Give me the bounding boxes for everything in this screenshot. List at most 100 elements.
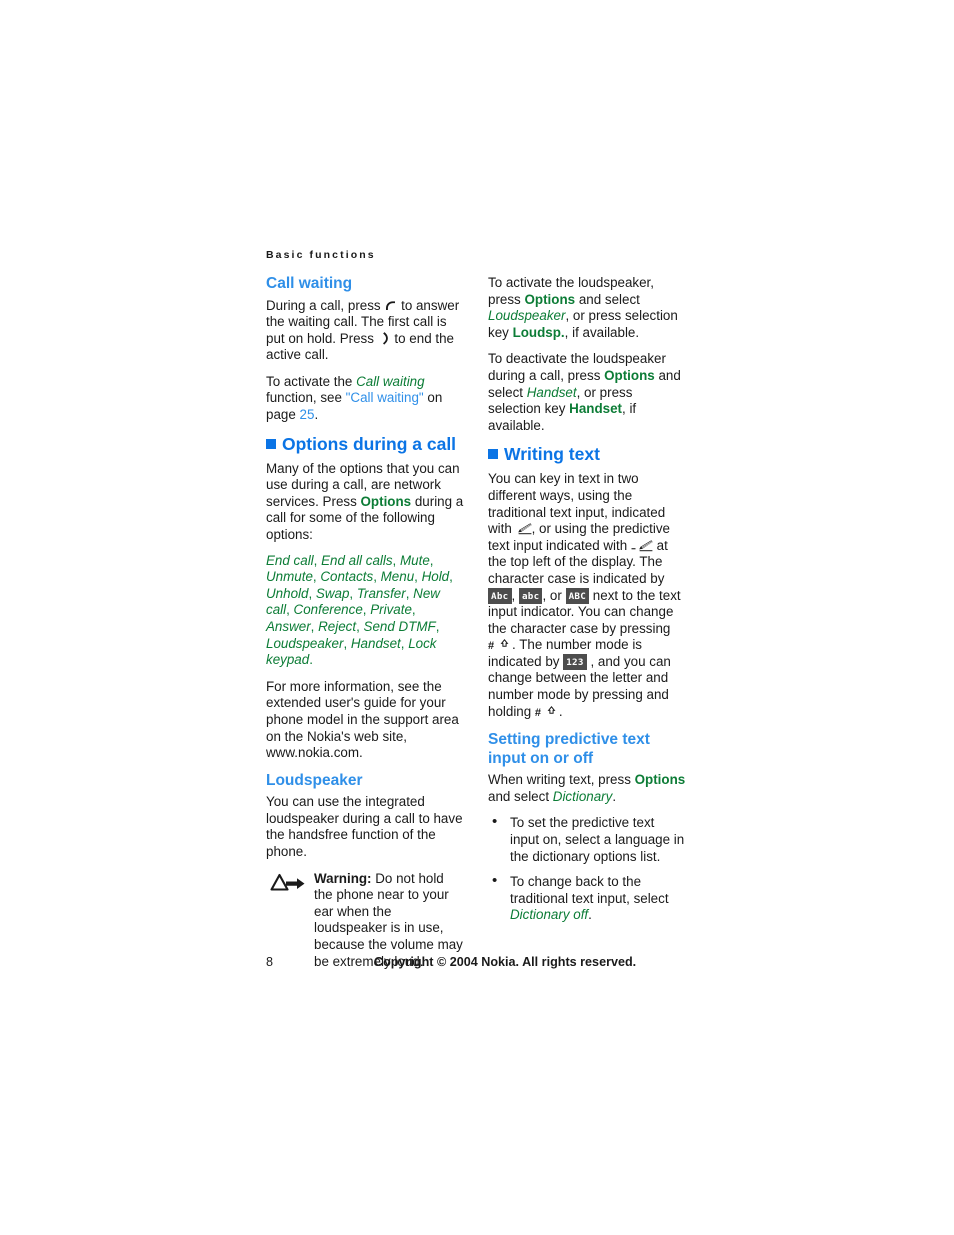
options-bold-keyword: Options xyxy=(360,493,412,509)
call-option-item: Loudspeaker xyxy=(266,635,344,651)
handset-softkey-label: Handset xyxy=(569,401,622,417)
list-item: To change back to the traditional text i… xyxy=(488,873,686,924)
bullet-1-text: To set the predictive text input on, sel… xyxy=(510,815,685,864)
option-separator: , xyxy=(356,619,364,634)
loudspeaker-menu-italic: Loudspeaker xyxy=(488,308,566,324)
call-key-icon xyxy=(384,299,397,312)
call-option-item: Contacts xyxy=(320,569,374,585)
handset-menu-italic: Handset xyxy=(526,384,577,400)
heading-options-during-a-call: Options during a call xyxy=(266,434,464,454)
writing-text-g: . xyxy=(558,703,563,719)
option-separator: , xyxy=(308,585,316,601)
heading-writing-text: Writing text xyxy=(488,444,686,464)
paragraph-more-information: For more information, see the extended u… xyxy=(266,678,459,761)
options-keyword-2: Options xyxy=(604,367,655,383)
badge-abc-initial-caps: Abc xyxy=(488,588,512,604)
options-italic-list: End call, End all calls, Mute, Unmute, C… xyxy=(266,553,464,669)
list-item: To set the predictive text input on, sel… xyxy=(488,814,686,865)
option-separator: , xyxy=(411,602,416,618)
hash-shift-key-icon: # xyxy=(488,638,512,652)
predictive-intro-a: When writing text, press xyxy=(488,772,631,788)
paragraph-call-waiting-1: During a call, press to answer the waiti… xyxy=(266,298,464,364)
options-keyword-1: Options xyxy=(524,291,576,307)
paragraph-call-waiting-2: To activate the Call waiting function, s… xyxy=(266,374,464,424)
heading-call-waiting: Call waiting xyxy=(266,275,353,292)
heading-setting-predictive-text: Setting predictive text input on or off xyxy=(488,731,650,768)
call-waiting-italic: Call waiting xyxy=(356,373,425,389)
paragraph-activate-loudspeaker: To activate the loudspeaker, press Optio… xyxy=(488,275,686,341)
page-reference-link[interactable]: 25 xyxy=(300,407,315,422)
paragraph-predictive-intro: When writing text, press Options and sel… xyxy=(488,772,686,805)
activate-ls-b: and select xyxy=(578,291,640,307)
heading-loudspeaker: Loudspeaker xyxy=(266,771,363,789)
loudsp-softkey-label: Loudsp. xyxy=(512,324,565,340)
paragraph-options-intro: Many of the options that you can use dur… xyxy=(266,461,464,544)
document-page: Basic functions Call waiting During a ca… xyxy=(0,0,954,1235)
call-option-item: Unhold xyxy=(266,585,309,601)
paragraph-deactivate-loudspeaker: To deactivate the loudspeaker during a c… xyxy=(488,351,686,434)
bullet-2-prefix: To change back to the traditional text i… xyxy=(510,874,669,906)
cross-reference-link[interactable]: "Call waiting" xyxy=(346,390,424,405)
paragraph-writing-text: You can key in text in two different way… xyxy=(488,471,686,720)
section-square-bullet-icon xyxy=(266,438,276,449)
call-option-item: End call xyxy=(266,552,314,568)
call-waiting-text-a: During a call, press xyxy=(266,297,381,313)
paragraph-loudspeaker-intro: You can use the integrated loudspeaker d… xyxy=(266,794,463,860)
predictive-intro-c: . xyxy=(612,788,617,804)
activate-ls-d: , if available. xyxy=(564,324,640,340)
option-separator: , xyxy=(286,602,294,618)
call-option-item: Reject xyxy=(318,619,357,634)
right-column: To activate the loudspeaker, press Optio… xyxy=(488,275,686,934)
pencil-icon xyxy=(516,522,532,535)
activate-text-d: . xyxy=(314,407,319,423)
option-separator: , xyxy=(313,552,322,568)
option-separator: , xyxy=(392,552,400,568)
call-option-item: Private xyxy=(370,602,412,618)
option-separator: , xyxy=(449,569,453,585)
writing-comma-1: , xyxy=(511,587,516,603)
dictionary-off-italic: Dictionary off xyxy=(510,907,589,923)
call-option-item: Answer xyxy=(266,619,311,634)
section-square-bullet-icon xyxy=(488,449,498,460)
predictive-intro-b: and select xyxy=(488,788,550,804)
activate-text-a: To activate the xyxy=(266,373,353,389)
hash-shift-key-icon: # xyxy=(535,705,559,719)
bullet-2-suffix: . xyxy=(588,907,592,923)
running-head: Basic functions xyxy=(266,249,376,261)
heading-options-label: Options during a call xyxy=(282,433,457,454)
left-column: Call waiting During a call, press to ans… xyxy=(266,275,464,980)
call-option-item: Conference xyxy=(293,602,363,618)
badge-abc-lowercase: abc xyxy=(518,588,543,604)
copyright-notice: Copyright © 2004 Nokia. All rights reser… xyxy=(374,955,637,969)
call-option-item: Hold xyxy=(421,569,450,585)
option-separator: . xyxy=(309,652,313,668)
option-separator: , xyxy=(349,585,357,601)
call-option-item: Mute xyxy=(400,552,430,568)
predictive-bullet-list: To set the predictive text input on, sel… xyxy=(488,814,686,924)
call-option-item: Unmute xyxy=(266,569,313,585)
option-separator: , xyxy=(435,619,440,634)
page-number: 8 xyxy=(266,955,274,969)
call-option-item: Swap xyxy=(315,585,350,601)
options-keyword-3: Options xyxy=(634,772,686,788)
warning-triangle-icon xyxy=(270,873,308,893)
call-option-item: Menu xyxy=(380,569,415,585)
call-option-item: End all calls xyxy=(321,552,393,568)
call-option-item: Handset xyxy=(350,635,401,651)
heading-writing-text-label: Writing text xyxy=(504,444,600,465)
badge-abc-uppercase: ABC xyxy=(565,588,590,604)
end-call-key-icon xyxy=(378,331,391,345)
warning-label: Warning: xyxy=(314,870,372,886)
dictionary-menu-italic: Dictionary xyxy=(552,788,613,804)
call-option-item: Send DTMF xyxy=(363,619,436,634)
option-separator: , xyxy=(310,619,319,634)
badge-number-mode: 123 xyxy=(563,654,587,671)
option-separator: , xyxy=(373,569,381,585)
call-option-item: Transfer xyxy=(356,585,406,601)
option-separator: , xyxy=(343,635,351,651)
option-separator: , xyxy=(429,552,434,568)
option-separator: , xyxy=(414,569,422,585)
writing-comma-2: , or xyxy=(542,587,562,603)
predictive-pencil-icon xyxy=(631,539,653,552)
activate-text-b: function, see xyxy=(266,390,342,406)
